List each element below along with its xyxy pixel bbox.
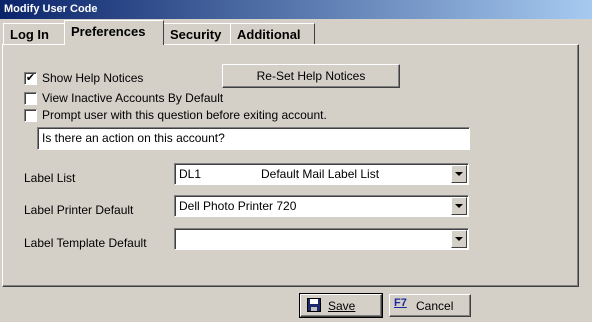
cancel-label: Cancel [416, 299, 454, 313]
save-button[interactable]: Save [299, 293, 383, 318]
show-help-notices-checkbox[interactable]: ✔ [24, 72, 37, 85]
label-list-code: DL1 [179, 167, 202, 181]
show-help-notices-label: Show Help Notices [42, 71, 144, 85]
checkmark-icon: ✔ [25, 72, 36, 84]
tab-security[interactable]: Security [163, 23, 231, 45]
label-list-dropdown-button[interactable] [451, 165, 467, 183]
save-label: Save [328, 299, 356, 313]
window-title: Modify User Code [0, 0, 592, 19]
label-list-select[interactable]: DL1 Default Mail Label List [174, 163, 469, 185]
label-list-description: Default Mail Label List [261, 167, 380, 181]
label-printer-dropdown-button[interactable] [451, 197, 467, 215]
prompt-user-checkbox[interactable] [24, 109, 37, 122]
floppy-disk-icon [307, 298, 321, 312]
view-inactive-label: View Inactive Accounts By Default [42, 91, 224, 105]
label-template-dropdown-button[interactable] [451, 230, 467, 248]
tab-log-in[interactable]: Log In [3, 23, 65, 45]
prompt-question-input[interactable]: Is there an action on this account? [37, 127, 470, 150]
label-list-label: Label List [24, 171, 76, 185]
view-inactive-checkbox[interactable] [24, 92, 37, 105]
label-template-label: Label Template Default [24, 236, 147, 250]
label-template-select[interactable] [174, 228, 469, 250]
reset-help-notices-button[interactable]: Re-Set Help Notices [222, 64, 400, 88]
label-printer-label: Label Printer Default [24, 203, 134, 217]
label-printer-select[interactable]: Dell Photo Printer 720 [174, 195, 469, 217]
label-printer-value: Dell Photo Printer 720 [179, 199, 297, 213]
tab-preferences[interactable]: Preferences [64, 20, 164, 45]
prompt-user-label: Prompt user with this question before ex… [42, 108, 327, 122]
tab-additional[interactable]: Additional [230, 23, 315, 45]
cancel-button[interactable]: F7 Cancel [389, 294, 471, 317]
f7-key-icon: F7 [394, 297, 407, 309]
